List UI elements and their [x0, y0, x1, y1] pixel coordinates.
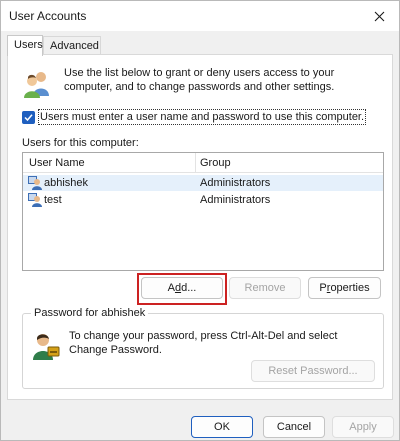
title-bar[interactable]: User Accounts — [1, 1, 399, 31]
close-button[interactable] — [367, 5, 391, 27]
require-password-checkbox[interactable] — [22, 110, 35, 124]
checkmark-icon — [24, 113, 33, 121]
add-user-button[interactable]: Ad d... — [141, 277, 223, 299]
users-tab-panel: Use the list below to grant or deny user… — [7, 54, 393, 400]
users-listview[interactable]: User Name Group abhishek Administrators — [22, 152, 384, 271]
require-password-row: Users must enter a user name and passwor… — [22, 109, 367, 125]
tab-strip: Users Advanced — [7, 35, 393, 56]
table-row[interactable]: test Administrators — [23, 192, 383, 208]
close-icon — [374, 11, 384, 21]
properties-label-start: P — [319, 282, 327, 294]
user-icon — [28, 176, 42, 190]
user-group-cell: Administrators — [200, 177, 271, 189]
intro-text: Use the list below to grant or deny user… — [64, 67, 335, 93]
users-icon — [24, 72, 49, 98]
apply-button[interactable]: Apply — [332, 416, 394, 438]
user-icon — [28, 193, 42, 207]
cancel-button[interactable]: Cancel — [263, 416, 325, 438]
user-accounts-dialog: User Accounts Users Advanced Use the lis… — [0, 0, 400, 441]
password-help-text: To change your password, press Ctrl-Alt-… — [69, 330, 338, 356]
reset-password-button[interactable]: Reset Password... — [251, 360, 375, 382]
remove-user-button[interactable]: Remove — [229, 277, 301, 299]
require-password-label[interactable]: Users must enter a user name and passwor… — [38, 109, 367, 125]
tab-users[interactable]: Users — [7, 35, 43, 56]
user-group-cell: Administrators — [200, 194, 271, 206]
user-name-cell: test — [44, 194, 62, 206]
listview-header: User Name Group — [23, 153, 383, 173]
window-title: User Accounts — [9, 9, 87, 23]
column-group[interactable]: Group — [200, 157, 231, 169]
tab-advanced[interactable]: Advanced — [43, 36, 101, 55]
add-button-label-start: A — [167, 282, 175, 294]
add-button-label-end: d... — [181, 282, 197, 294]
column-user-name[interactable]: User Name — [29, 157, 85, 169]
column-separator[interactable] — [195, 153, 196, 172]
users-list-label: Users for this computer: — [22, 137, 139, 149]
properties-button[interactable]: Pr operties — [308, 277, 381, 299]
password-user-icon — [33, 334, 60, 360]
properties-label-end: operties — [330, 282, 370, 294]
password-groupbox: Password for abhishek To change your pas… — [22, 307, 384, 389]
table-row[interactable]: abhishek Administrators — [23, 175, 383, 191]
user-name-cell: abhishek — [44, 177, 89, 189]
ok-button[interactable]: OK — [191, 416, 253, 438]
password-group-title: Password for abhishek — [31, 307, 149, 319]
